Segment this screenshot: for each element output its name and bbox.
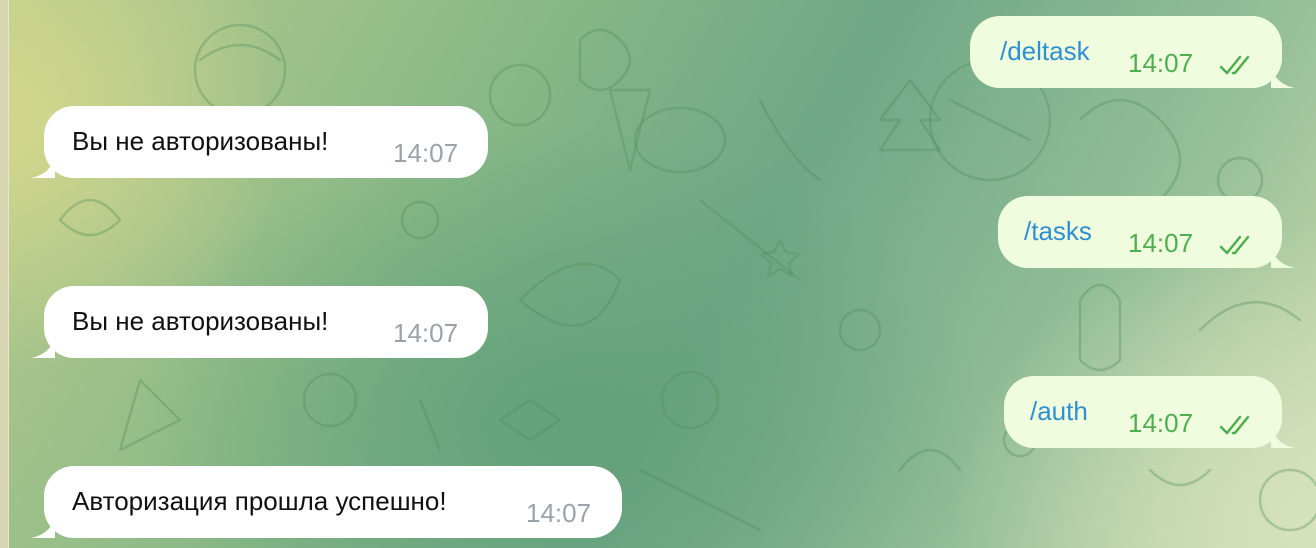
- message-text: Вы не авторизованы!: [72, 306, 329, 336]
- message-time: 14:07: [1128, 48, 1194, 78]
- message-text: Вы не авторизованы!: [72, 126, 329, 156]
- message-text: Авторизация прошла успешно!: [72, 486, 447, 516]
- incoming-message[interactable]: Вы не авторизованы! 14:07: [31, 286, 488, 358]
- command-link[interactable]: /tasks: [1024, 216, 1092, 247]
- message-time: 14:07: [1128, 408, 1194, 438]
- incoming-message[interactable]: Авторизация прошла успешно! 14:07: [31, 466, 622, 538]
- bubble-tail: [31, 156, 55, 178]
- double-check-icon: [1219, 415, 1250, 435]
- bubble-tail: [1271, 246, 1295, 268]
- message-time: 14:07: [393, 318, 459, 348]
- outgoing-message[interactable]: /auth 14:07: [1004, 376, 1295, 448]
- double-check-icon: [1219, 55, 1250, 75]
- double-check-icon: [1219, 235, 1250, 255]
- bubble-tail: [1271, 426, 1295, 448]
- command-link[interactable]: /auth: [1030, 396, 1088, 427]
- message-time: 14:07: [526, 498, 592, 528]
- bubble-tail: [31, 516, 55, 538]
- command-link[interactable]: /deltask: [1000, 36, 1090, 67]
- bubble-tail: [31, 336, 55, 358]
- outgoing-message[interactable]: /deltask 14:07: [970, 16, 1295, 88]
- bubble-tail: [1271, 66, 1295, 88]
- message-time: 14:07: [393, 138, 459, 168]
- message-time: 14:07: [1128, 228, 1194, 258]
- incoming-message[interactable]: Вы не авторизованы! 14:07: [31, 106, 488, 178]
- outgoing-message[interactable]: /tasks 14:07: [998, 196, 1295, 268]
